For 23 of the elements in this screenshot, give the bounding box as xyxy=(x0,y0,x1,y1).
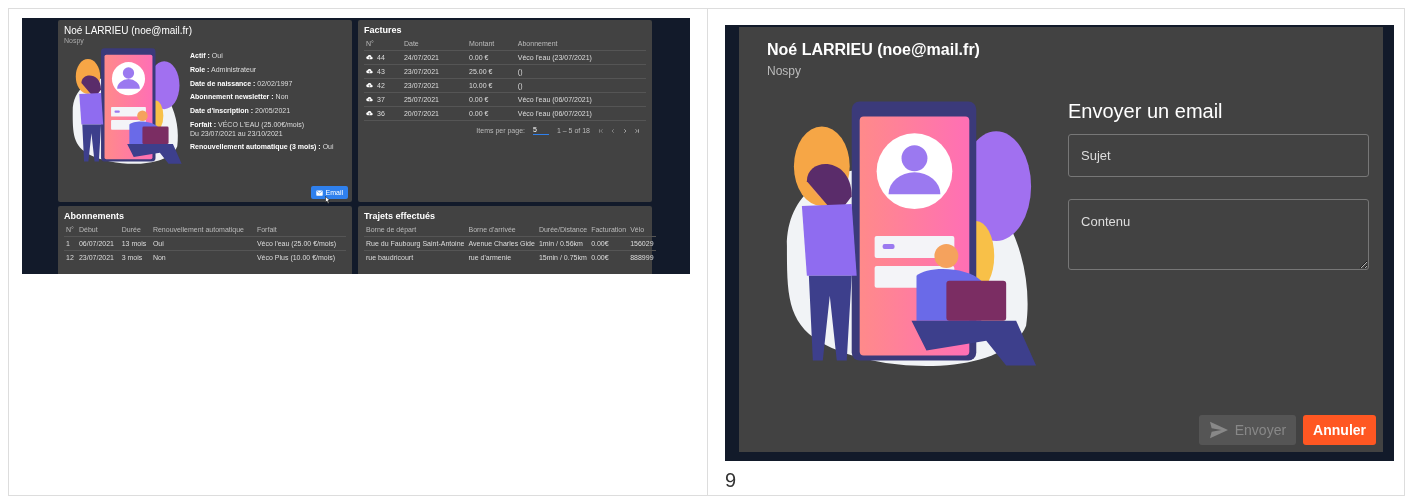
cloud-download-icon xyxy=(366,110,373,117)
content-field[interactable]: Contenu xyxy=(1068,199,1369,270)
card-title: Abonnements xyxy=(64,211,125,221)
first-page-icon xyxy=(598,127,604,134)
company-name: Nospy xyxy=(767,64,802,78)
subject-field[interactable]: Sujet xyxy=(1068,134,1369,177)
cloud-download-icon xyxy=(366,54,373,61)
card-title: Trajets effectués xyxy=(364,211,437,221)
cloud-download-icon xyxy=(366,82,373,89)
mail-icon xyxy=(316,189,324,196)
figure-number: 9 xyxy=(725,469,738,492)
user-name: Noé LARRIEU (noe@mail.fr) xyxy=(767,41,981,59)
cloud-download-icon xyxy=(366,68,373,75)
card-title: Factures xyxy=(364,25,403,35)
cloud-download-icon xyxy=(366,96,373,103)
cancel-button[interactable]: Annuler xyxy=(1303,415,1376,445)
dialog-title: Envoyer un email xyxy=(1068,100,1224,123)
next-page-icon xyxy=(622,127,628,134)
user-name: Noé LARRIEU (noe@mail.fr) xyxy=(64,25,193,36)
cursor-icon xyxy=(325,196,330,204)
previous-page-icon xyxy=(610,127,616,134)
last-page-icon xyxy=(634,127,640,134)
send-icon xyxy=(1208,421,1229,439)
